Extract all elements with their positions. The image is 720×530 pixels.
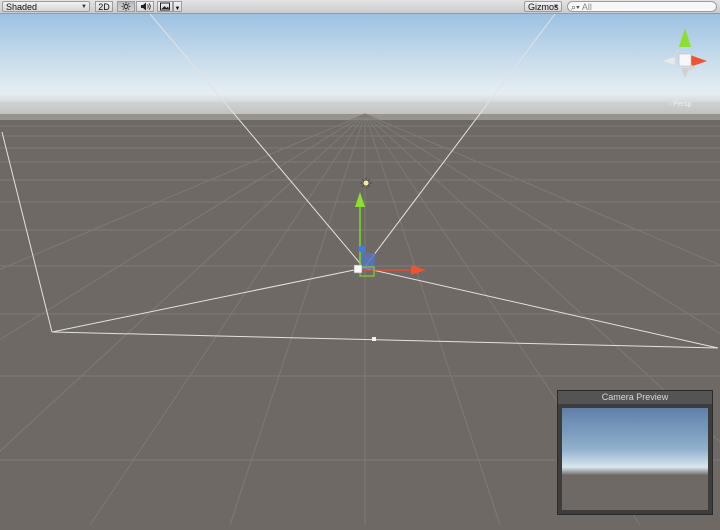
camera-preview-panel: Camera Preview: [557, 390, 713, 515]
sky: [0, 14, 720, 116]
audio-icon: [141, 2, 151, 11]
search-field[interactable]: ⌕▾ All: [567, 1, 717, 12]
audio-toggle[interactable]: [136, 1, 154, 12]
image-effects-toggle[interactable]: [157, 1, 173, 12]
search-placeholder: All: [581, 2, 592, 12]
orientation-label: ‹ Persp: [669, 101, 692, 108]
2d-mode-label: 2D: [98, 2, 110, 12]
gizmos-dropdown[interactable]: Gizmos ▼: [524, 1, 562, 12]
chevron-down-icon: ▼: [553, 4, 559, 10]
lighting-toggle[interactable]: [117, 1, 135, 12]
frustum-handle[interactable]: [372, 337, 376, 341]
scene-view[interactable]: ‹ Persp Camera Preview: [0, 13, 720, 526]
image-effects-dropdown[interactable]: ▼: [173, 1, 182, 12]
camera-preview-title: Camera Preview: [558, 391, 712, 404]
2d-mode-button[interactable]: 2D: [95, 1, 113, 12]
sun-icon: [121, 2, 131, 11]
shading-mode-label: Shaded: [6, 2, 38, 12]
shading-mode-dropdown[interactable]: Shaded ▼: [2, 1, 90, 12]
scene-toolbar: Shaded ▼ 2D ▼ Gizmos ▼ ⌕▾ All: [0, 0, 720, 14]
dropdown-arrow-icon: ▼: [174, 6, 181, 12]
image-effects-icon: [160, 2, 170, 11]
camera-preview-view: [562, 408, 708, 510]
search-icon: ⌕▾: [571, 2, 580, 12]
chevron-down-icon: ▼: [81, 4, 87, 10]
